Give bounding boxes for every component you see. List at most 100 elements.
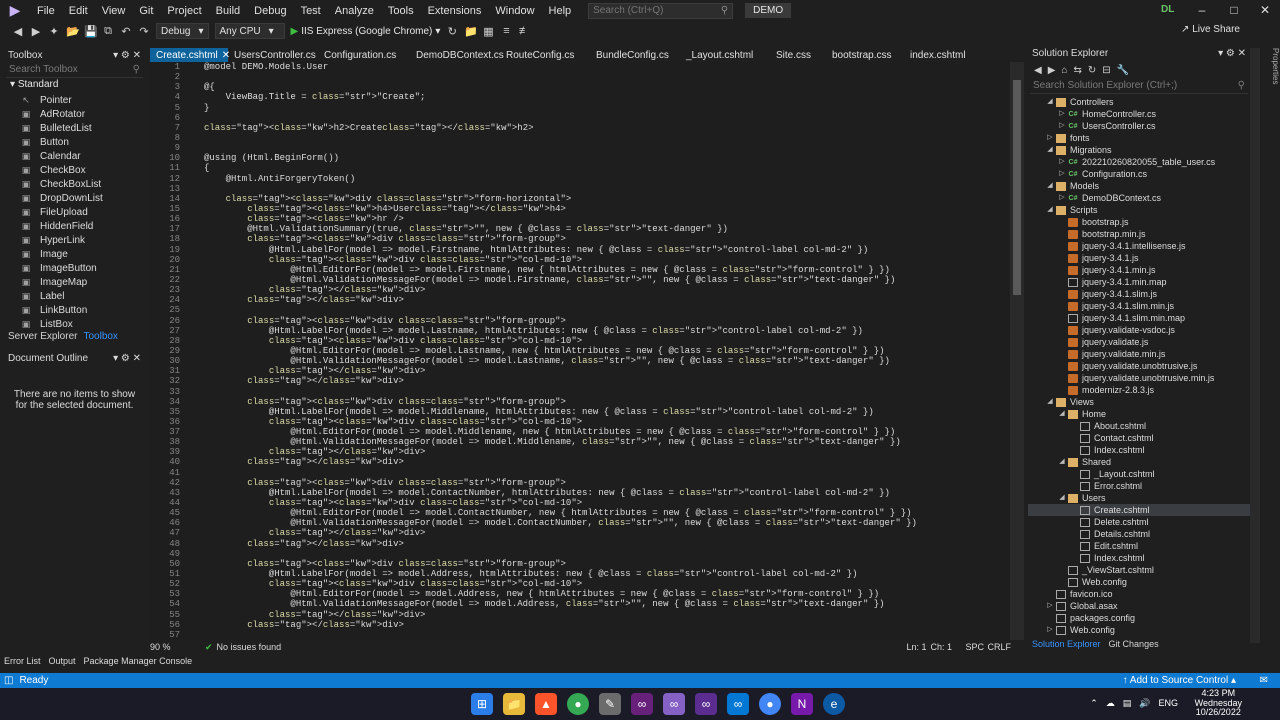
refresh-icon[interactable]: ↻ [1088,65,1096,76]
expanded-icon[interactable]: ◢ [1056,408,1068,420]
tree-node[interactable]: bootstrap.js [1028,216,1250,228]
minimize-button[interactable]: – [1192,3,1212,19]
tab-solution-explorer[interactable]: Solution Explorer [1032,639,1101,651]
sync-icon[interactable]: ⇆ [1073,65,1081,76]
editor-tab[interactable]: index.cshtml [904,48,986,62]
code-line[interactable]: class="tag"></class="kw">div> [204,447,1004,457]
tree-node[interactable]: ▷ Web.config [1028,624,1250,636]
tree-node[interactable]: jquery-3.4.1.slim.min.map [1028,312,1250,324]
expanded-icon[interactable]: ◢ [1044,204,1056,216]
visual-studio-icon[interactable]: ∞ [631,693,653,715]
tree-node[interactable]: jquery-3.4.1.slim.js [1028,288,1250,300]
tree-node[interactable]: ◢ Scripts [1028,204,1250,216]
code-line[interactable] [204,143,1004,153]
code-line[interactable] [204,468,1004,478]
save-icon[interactable]: 💾 [84,25,98,38]
code-line[interactable]: class="tag"><class="kw">hr /> [204,214,1004,224]
grid-icon[interactable]: ▦ [482,25,494,38]
editor-tab[interactable]: BundleConfig.cs [590,48,680,62]
folder-icon[interactable]: 📁 [464,25,478,38]
code-line[interactable]: class="tag"></class="kw">div> [204,295,1004,305]
code-content[interactable]: @model DEMO.Models.User @{ ViewBag.Title … [204,62,1004,640]
tree-node[interactable]: jquery.validate.unobtrusive.js [1028,360,1250,372]
menu-item-tools[interactable]: Tools [381,5,421,17]
code-line[interactable] [204,184,1004,194]
chrome-alt-icon[interactable]: ● [759,693,781,715]
code-line[interactable] [204,133,1004,143]
panel-controls[interactable]: ▾ ⚙ ✕ [113,353,141,364]
tree-node[interactable]: Web.config [1028,576,1250,588]
tab-toolbox[interactable]: Toolbox [83,331,117,345]
collapsed-icon[interactable]: ▷ [1044,132,1056,144]
properties-tab[interactable]: Properties [1262,48,1280,178]
code-line[interactable] [204,305,1004,315]
tree-node[interactable]: _ViewStart.cshtml [1028,564,1250,576]
collapsed-icon[interactable]: ▷ [1044,600,1056,612]
tree-node[interactable]: bootstrap.min.js [1028,228,1250,240]
expanded-icon[interactable]: ◢ [1044,144,1056,156]
code-line[interactable]: ViewBag.Title = class="str">"Create"; [204,92,1004,102]
editor-tab[interactable]: UsersController.cs [228,48,318,62]
code-line[interactable]: @Html.EditorFor(model => model.Lastname,… [204,346,1004,356]
code-line[interactable]: @Html.AntiForgeryToken() [204,174,1004,184]
collapsed-icon[interactable]: ▷ [1056,156,1068,168]
tree-node[interactable]: jquery.validate.min.js [1028,348,1250,360]
tree-node[interactable]: About.cshtml [1028,420,1250,432]
issues-status[interactable]: No issues found [217,642,907,652]
code-line[interactable]: @Html.LabelFor(model => model.Firstname,… [204,245,1004,255]
add-to-source-control[interactable]: ↑ Add to Source Control ▴ [1123,675,1236,686]
home-icon[interactable]: ⌂ [1061,65,1067,76]
code-line[interactable]: @Html.LabelFor(model => model.Address, h… [204,569,1004,579]
comment-icon[interactable]: ≡ [500,25,512,37]
save-all-icon[interactable]: ⧉ [102,25,114,38]
code-editor[interactable]: 1 2 3 4 5 6 7 8 9 10 11 12 13 14 15 16 17 18 19 20 21 22 23 24 2… [150,62,1010,640]
toolbox-item[interactable]: ▣ ImageButton [4,261,145,275]
forward-icon[interactable]: ▶ [1048,65,1056,76]
code-line[interactable]: class="tag"><class="kw">div class=class=… [204,234,1004,244]
toolbox-item[interactable]: ▣ Label [4,289,145,303]
code-line[interactable]: @Html.EditorFor(model => model.ContactNu… [204,508,1004,518]
expanded-icon[interactable]: ◢ [1044,396,1056,408]
code-line[interactable]: } [204,103,1004,113]
code-line[interactable]: class="tag"><class="kw">h4>Userclass="ta… [204,204,1004,214]
collapsed-icon[interactable]: ▷ [1056,120,1068,132]
tree-node[interactable]: Index.cshtml [1028,444,1250,456]
code-line[interactable]: @Html.LabelFor(model => model.ContactNum… [204,488,1004,498]
volume-icon[interactable]: 🔊 [1139,698,1150,709]
toolbox-item[interactable]: ▣ CheckBoxList [4,177,145,191]
chrome-icon[interactable]: ● [567,693,589,715]
back-icon[interactable]: ◀ [1034,65,1042,76]
open-icon[interactable]: 📂 [66,25,80,38]
menu-item-edit[interactable]: Edit [62,5,95,17]
code-line[interactable]: @model DEMO.Models.User [204,62,1004,72]
code-line[interactable]: @Html.ValidationMessageFor(model => mode… [204,599,1004,609]
code-line[interactable]: class="tag"><class="kw">div class=class=… [204,316,1004,326]
tree-node[interactable]: ◢ Migrations [1028,144,1250,156]
refresh-icon[interactable]: ↻ [446,25,458,38]
code-line[interactable]: @Html.ValidationMessageFor(model => mode… [204,518,1004,528]
code-line[interactable]: class="tag"><class="kw">div class=class=… [204,478,1004,488]
tree-node[interactable]: Details.cshtml [1028,528,1250,540]
visual-studio-preview-icon[interactable]: ∞ [663,693,685,715]
tree-node[interactable]: favicon.ico [1028,588,1250,600]
code-line[interactable]: class="tag"></class="kw">div> [204,285,1004,295]
onenote-icon[interactable]: N [791,693,813,715]
notes-app-icon[interactable]: ✎ [599,693,621,715]
editor-tab[interactable]: Create.cshtml ✕ [150,48,230,62]
code-line[interactable]: @Html.ValidationMessageFor(model => mode… [204,356,1004,366]
tree-node[interactable]: jquery.validate-vsdoc.js [1028,324,1250,336]
tab-git-changes[interactable]: Git Changes [1109,639,1159,651]
code-line[interactable]: class="tag"></class="kw">div> [204,610,1004,620]
tree-node[interactable]: Error.cshtml [1028,480,1250,492]
search-input[interactable] [593,5,704,16]
tree-node[interactable]: ◢ Views [1028,396,1250,408]
network-icon[interactable]: ▤ [1123,698,1132,709]
toolbox-item[interactable]: ▣ Image [4,247,145,261]
editor-tab[interactable]: bootstrap.css [826,48,904,62]
code-line[interactable]: class="tag"><class="kw">div class=class=… [204,417,1004,427]
tab-package-manager-console[interactable]: Package Manager Console [84,656,193,668]
cloud-icon[interactable]: ☁ [1106,698,1115,709]
zoom-level[interactable]: 90 % [150,642,205,652]
toolbox-item[interactable]: ▣ HyperLink [4,233,145,247]
expanded-icon[interactable]: ◢ [1056,456,1068,468]
